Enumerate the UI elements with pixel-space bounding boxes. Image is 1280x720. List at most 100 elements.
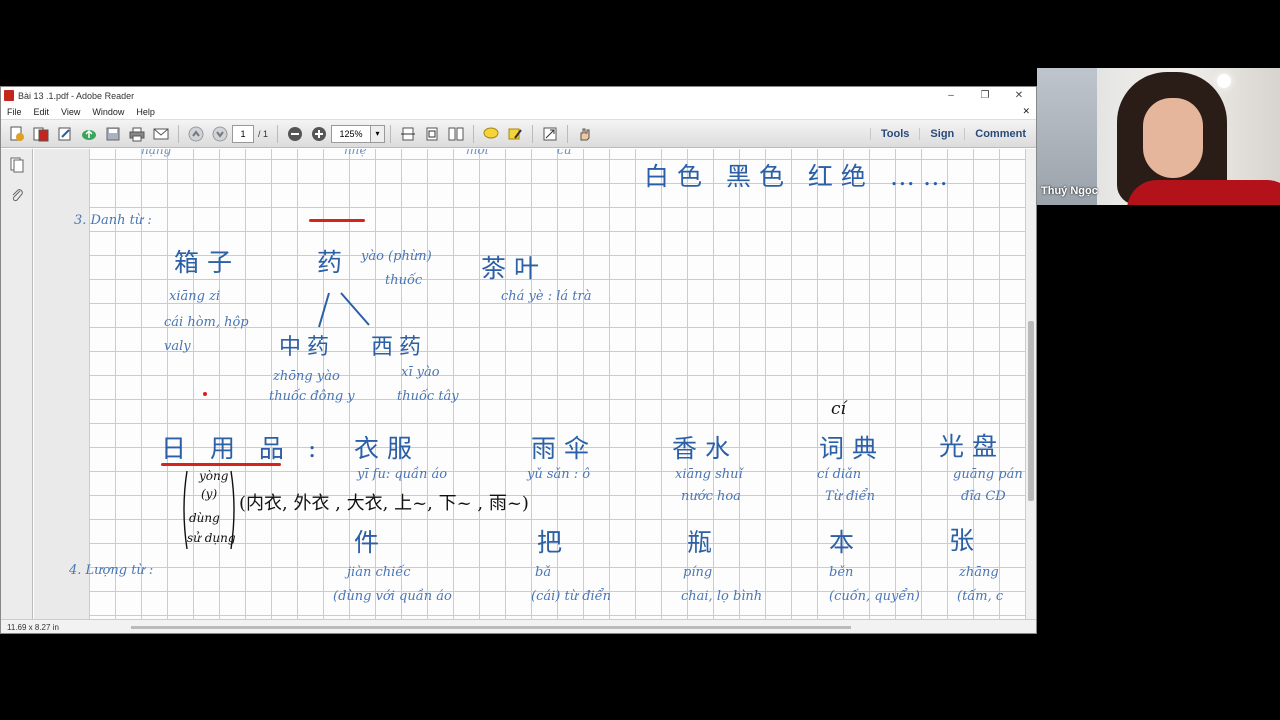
pdf-app-icon — [4, 90, 14, 101]
word-xiyao: 西药 — [371, 335, 428, 360]
menu-view[interactable]: View — [55, 107, 86, 117]
word-jian-pinyin: jiàn chiếc — [347, 565, 411, 580]
word-yusan: 雨伞 — [531, 434, 598, 463]
participant-shirt — [1127, 180, 1280, 205]
word-ba-meaning: (cái) từ điển — [531, 589, 612, 604]
document-view[interactable]: nặng nhẹ mới cũ 白色 黑色 红绝 …… 3. Danh từ :… — [34, 149, 1027, 619]
red-dot-mark — [203, 392, 207, 396]
save-icon[interactable] — [103, 124, 123, 144]
menu-file[interactable]: File — [1, 107, 28, 117]
note-yong-pinyin: yòng — [199, 469, 229, 483]
word-jian: 件 — [354, 528, 388, 557]
print-icon[interactable] — [127, 124, 147, 144]
word-ben-meaning: (cuốn, quyển) — [829, 589, 920, 604]
word-ben: 本 — [829, 528, 863, 557]
full-screen-icon[interactable] — [540, 124, 560, 144]
vertical-scroll-thumb[interactable] — [1028, 321, 1034, 501]
toolbar-separator — [473, 124, 475, 143]
toolbar-separator — [277, 124, 279, 143]
word-yao-meaning: thuốc — [385, 273, 423, 288]
word-zhang-meaning: (tấm, c — [957, 589, 1004, 604]
word-ci-annotation: cí — [831, 399, 846, 419]
word-xiangshui-pinyin: xiāng shuǐ — [675, 467, 743, 482]
restore-button[interactable]: ❐ — [968, 90, 1002, 101]
word-yifu-pinyin: yī fu: quần áo — [357, 467, 448, 482]
create-pdf-icon[interactable] — [7, 124, 27, 144]
word-yusan-pinyin: yǔ sǎn : ô — [527, 467, 591, 482]
email-icon[interactable] — [151, 124, 171, 144]
zoom-level-input[interactable]: 125% — [331, 124, 372, 143]
word-zhongyao-pinyin: zhōng yào — [273, 369, 340, 384]
navigation-pane — [1, 149, 33, 619]
zoom-in-icon[interactable] — [309, 124, 329, 144]
word-xiangshui: 香水 — [672, 434, 739, 463]
note-colors: 白色 黑色 红绝 …… — [644, 162, 956, 191]
word-guangpan: 光盘 — [939, 432, 1006, 461]
menu-bar: File Edit View Window Help ✕ — [1, 104, 1036, 120]
zoom-dropdown-icon[interactable]: ▾ — [371, 124, 386, 143]
fit-width-icon[interactable] — [398, 124, 418, 144]
word-riyongpin: 日 用 品 : — [161, 434, 325, 463]
note-pinyin-cu: cũ — [557, 149, 572, 157]
zoom-out-icon[interactable] — [285, 124, 305, 144]
branch-lines — [318, 292, 370, 328]
adobe-reader-window: Bài 13 .1.pdf - Adobe Reader – ❐ ✕ File … — [0, 86, 1037, 634]
participant-name: Thuý Ngọc — [1041, 185, 1098, 197]
page-number-input[interactable]: 1 — [232, 124, 254, 143]
combine-files-icon[interactable] — [31, 124, 51, 144]
section-4-heading: 4. Lượng từ : — [69, 563, 154, 578]
pages-panel-icon[interactable] — [9, 157, 25, 173]
toolbar-separator — [567, 124, 569, 143]
word-cidian-pinyin: cí diǎn — [817, 467, 862, 482]
sign-link[interactable]: Sign — [919, 127, 964, 140]
word-xiangzi-meaning-1: cái hòm, hộp — [164, 315, 249, 330]
page-size-label: 11.69 x 8.27 in — [7, 623, 59, 632]
pdf-page-grid-paper: nặng nhẹ mới cũ 白色 黑色 红绝 …… 3. Danh từ :… — [69, 149, 1027, 619]
word-ping-pinyin: píng — [683, 565, 713, 580]
fit-page-icon[interactable] — [422, 124, 442, 144]
paperclip-icon[interactable] — [9, 187, 25, 203]
word-ba-pinyin: bǎ — [535, 565, 552, 580]
red-underline-mark — [309, 219, 365, 222]
word-zhongyao-meaning: thuốc đông y — [269, 389, 355, 404]
webcam-video-tile: Thuý Ngọc — [1037, 68, 1280, 205]
edit-pdf-icon[interactable] — [55, 124, 75, 144]
close-document-icon[interactable]: ✕ — [1022, 106, 1036, 117]
word-xiyao-pinyin: xī yào — [401, 365, 440, 380]
horizontal-scrollbar[interactable] — [131, 626, 851, 629]
menu-help[interactable]: Help — [130, 107, 161, 117]
previous-page-icon[interactable] — [186, 124, 206, 144]
word-guangpan-pinyin: guāng pán — [953, 467, 1023, 482]
note-pinyin-moi: mới — [466, 149, 489, 157]
menu-edit[interactable]: Edit — [28, 107, 56, 117]
comment-bubble-icon[interactable] — [481, 124, 501, 144]
toolbar-separator — [532, 124, 534, 143]
cloud-upload-icon[interactable] — [79, 124, 99, 144]
word-guangpan-meaning: đĩa CD — [961, 489, 1006, 504]
word-cidian: 词典 — [819, 434, 886, 463]
menu-window[interactable]: Window — [86, 107, 130, 117]
word-ping-meaning: chai, lọ bình — [681, 589, 763, 604]
minimize-button[interactable]: – — [934, 90, 968, 101]
tools-link[interactable]: Tools — [869, 127, 920, 140]
close-button[interactable]: ✕ — [1002, 90, 1036, 101]
title-bar: Bài 13 .1.pdf - Adobe Reader – ❐ ✕ — [1, 87, 1036, 104]
word-zhang: 张 — [949, 526, 983, 555]
task-pane-links: Tools Sign Comment — [869, 120, 1036, 147]
toolbar-separator — [390, 124, 392, 143]
word-cidian-meaning: Từ điển — [825, 489, 876, 504]
comment-link[interactable]: Comment — [964, 127, 1036, 140]
vertical-scrollbar[interactable] — [1026, 149, 1036, 619]
page-total: / 1 — [258, 128, 269, 139]
red-underline-riyongpin — [161, 463, 281, 466]
word-ping: 瓶 — [687, 528, 721, 557]
next-page-icon[interactable] — [210, 124, 230, 144]
note-yong-y: (y) — [201, 487, 218, 501]
two-page-view-icon[interactable] — [446, 124, 466, 144]
word-xiangzi-meaning-2: valy — [164, 339, 191, 354]
note-pinyin-nang: nặng — [141, 149, 172, 157]
hand-tool-icon[interactable] — [575, 124, 595, 144]
word-xiyao-meaning: thuốc tây — [397, 389, 459, 404]
highlight-icon[interactable] — [505, 124, 525, 144]
word-yifu: 衣服 — [354, 434, 421, 463]
